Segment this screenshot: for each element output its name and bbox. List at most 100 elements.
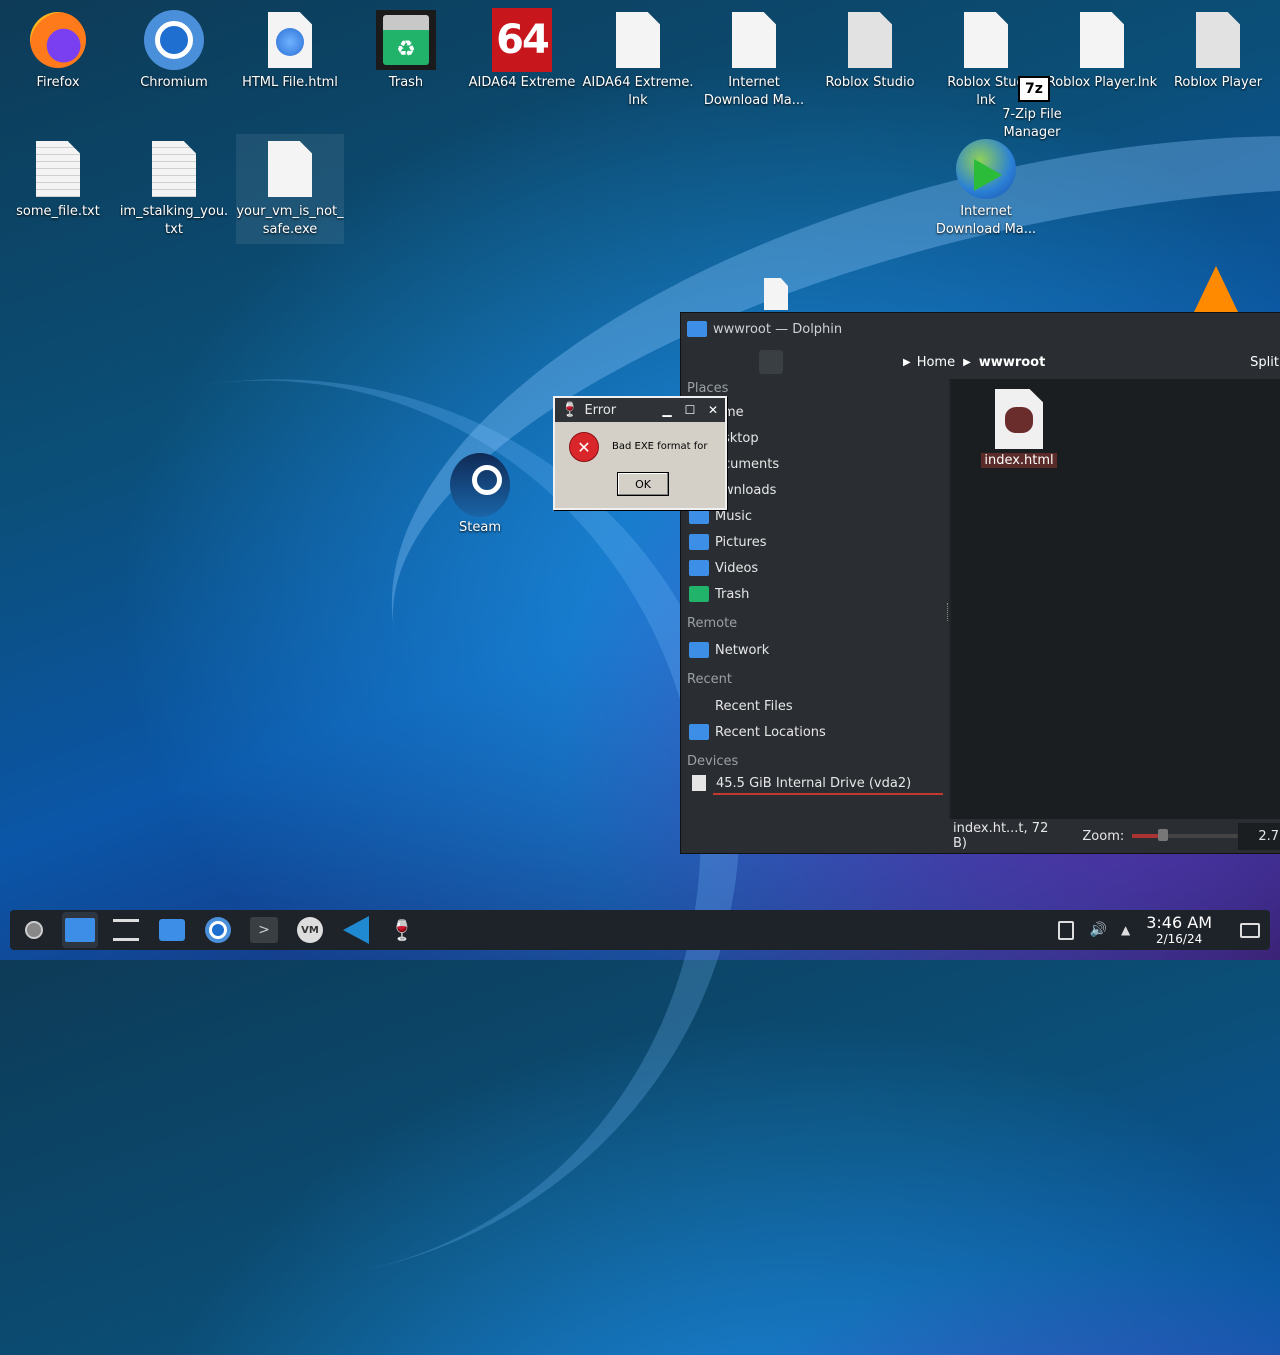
network-folder-icon (689, 642, 709, 658)
app-launcher-icon (25, 921, 43, 939)
desktop-icon-html-file[interactable]: HTML File.html (234, 10, 346, 92)
vmware-icon: VM (297, 917, 323, 943)
desktop-icon-idm-lnk[interactable]: Internet Download Ma... (698, 10, 810, 110)
steam-icon (450, 453, 510, 517)
taskbar-vscode[interactable] (338, 912, 374, 948)
desktop-icon-roblox-player[interactable]: Roblox Player (1162, 10, 1274, 92)
tray-expand-icon[interactable]: ▲ (1121, 923, 1130, 937)
file-icon (260, 139, 320, 199)
error-icon: ✕ (569, 432, 599, 462)
close-button[interactable]: ✕ (704, 401, 722, 419)
file-icon (1072, 10, 1132, 70)
dolphin-window[interactable]: wwwroot — Dolphin ▶ Home ▶ wwwroot Split… (680, 312, 1280, 854)
breadcrumb-home[interactable]: Home (917, 355, 955, 370)
error-dialog-titlebar[interactable]: 🍷 Error ▁ ☐ ✕ (555, 398, 725, 422)
maximize-button[interactable]: ☐ (681, 401, 699, 419)
panel-splitter-handle[interactable] (947, 603, 950, 621)
recent-header: Recent (687, 672, 732, 687)
error-dialog-title: Error (584, 402, 617, 418)
file-item-index-html[interactable]: index.html (981, 389, 1057, 468)
places-item-recent-files[interactable]: Recent Files (681, 693, 949, 719)
zoom-slider[interactable] (1132, 829, 1239, 841)
file-icon (608, 10, 668, 70)
taskbar-wine[interactable]: 🍷 (384, 912, 420, 948)
text-file-icon (28, 139, 88, 199)
free-space-indicator: 2.7 (1238, 822, 1280, 850)
dolphin-toolbar: ▶ Home ▶ wwwroot Split (681, 345, 1280, 380)
zoom-label: Zoom: (1082, 828, 1125, 844)
music-folder-icon (689, 508, 709, 524)
places-item-videos[interactable]: Videos (681, 555, 949, 581)
minimize-button[interactable]: ▁ (658, 401, 676, 419)
folder-icon (687, 321, 707, 337)
taskbar-discover[interactable] (154, 912, 190, 948)
remote-header: Remote (687, 616, 738, 631)
status-bar: index.ht...t, 72 B) Zoom: 2.7 (681, 819, 1280, 853)
drive-icon (692, 775, 706, 791)
chromium-icon (144, 10, 204, 70)
places-item-trash[interactable]: Trash (681, 581, 949, 607)
taskbar-dolphin[interactable] (62, 912, 98, 948)
zoom-slider-handle[interactable] (1158, 829, 1169, 841)
taskbar-system-settings[interactable] (108, 912, 144, 948)
places-item-network[interactable]: Network (681, 637, 949, 663)
wine-glass-icon: 🍷 (389, 918, 415, 942)
error-dialog[interactable]: 🍷 Error ▁ ☐ ✕ ✕ Bad EXE format for OK (553, 396, 727, 510)
trash-icon (689, 586, 709, 602)
file-icon (1188, 10, 1248, 70)
taskbar-terminal[interactable]: > (246, 912, 282, 948)
file-view[interactable]: index.html (951, 379, 1280, 819)
desktop-icon-your-vm-is-not-safe[interactable]: your_vm_is_not_ safe.exe (236, 134, 344, 244)
window-title: wwwroot — Dolphin (713, 321, 843, 337)
file-icon (724, 10, 784, 70)
show-desktop-icon[interactable] (1240, 922, 1260, 938)
desktop-icon-aida64-lnk[interactable]: AIDA64 Extreme. lnk (582, 10, 694, 110)
videos-folder-icon (689, 560, 709, 576)
drive-usage-bar (713, 793, 943, 795)
html-file-icon (260, 10, 320, 70)
desktop-icon-aida64[interactable]: 64 AIDA64 Extreme (466, 8, 578, 92)
view-mode-icon[interactable] (759, 350, 783, 374)
aida64-icon: 64 (492, 8, 552, 72)
taskbar: > VM 🍷 🔊 ▲ 3:46 AM 2/16/24 (10, 910, 1270, 950)
desktop-icon-chromium[interactable]: Chromium (118, 10, 230, 92)
places-item-internal-drive[interactable]: 45.5 GiB Internal Drive (vda2) (681, 775, 949, 805)
places-item-pictures[interactable]: Pictures (681, 529, 949, 555)
html-file-icon (995, 389, 1043, 449)
wine-glass-icon: 🍷 (561, 402, 579, 418)
devices-header: Devices (687, 754, 739, 769)
desktop-icon-idm[interactable]: Internet Download Ma... (930, 139, 1042, 239)
dolphin-titlebar[interactable]: wwwroot — Dolphin (681, 313, 1280, 345)
firefox-icon (28, 10, 88, 70)
ok-button[interactable]: OK (617, 472, 669, 496)
clipboard-icon[interactable] (1057, 920, 1074, 940)
settings-icon (113, 919, 139, 941)
pictures-folder-icon (689, 534, 709, 550)
dolphin-icon (65, 918, 95, 942)
desktop-icon-firefox[interactable]: Firefox (2, 10, 114, 92)
taskbar-vmware[interactable]: VM (292, 912, 328, 948)
volume-icon[interactable]: 🔊 (1090, 922, 1107, 938)
desktop-icon-7zip[interactable]: 7z 7-Zip File Manager (976, 76, 1088, 142)
file-icon (764, 278, 788, 310)
terminal-icon: > (250, 917, 278, 943)
desktop-icon-some-file[interactable]: some_file.txt (2, 139, 114, 221)
desktop-icon-im-stalking-you[interactable]: im_stalking_you. txt (118, 139, 230, 239)
app-launcher-button[interactable] (16, 912, 52, 948)
split-button[interactable]: Split (1250, 355, 1279, 370)
vscode-icon (343, 916, 369, 944)
chromium-icon (205, 917, 231, 943)
taskbar-chromium[interactable] (200, 912, 236, 948)
desktop-icon-roblox-studio[interactable]: Roblox Studio (814, 10, 926, 92)
status-text: index.ht...t, 72 B) (953, 821, 1049, 851)
trash-icon: ♻ (376, 10, 436, 70)
file-icon (840, 10, 900, 70)
desktop-icon-steam[interactable]: Steam (424, 453, 536, 537)
places-item-recent-locations[interactable]: Recent Locations (681, 719, 949, 745)
clock[interactable]: 3:46 AM 2/16/24 (1146, 914, 1212, 947)
7zip-icon: 7z (1018, 76, 1050, 102)
breadcrumb-current[interactable]: wwwroot (979, 355, 1046, 370)
text-file-icon (144, 139, 204, 199)
breadcrumb-separator-icon: ▶ (903, 356, 911, 368)
desktop-icon-trash[interactable]: ♻ Trash (350, 10, 462, 92)
